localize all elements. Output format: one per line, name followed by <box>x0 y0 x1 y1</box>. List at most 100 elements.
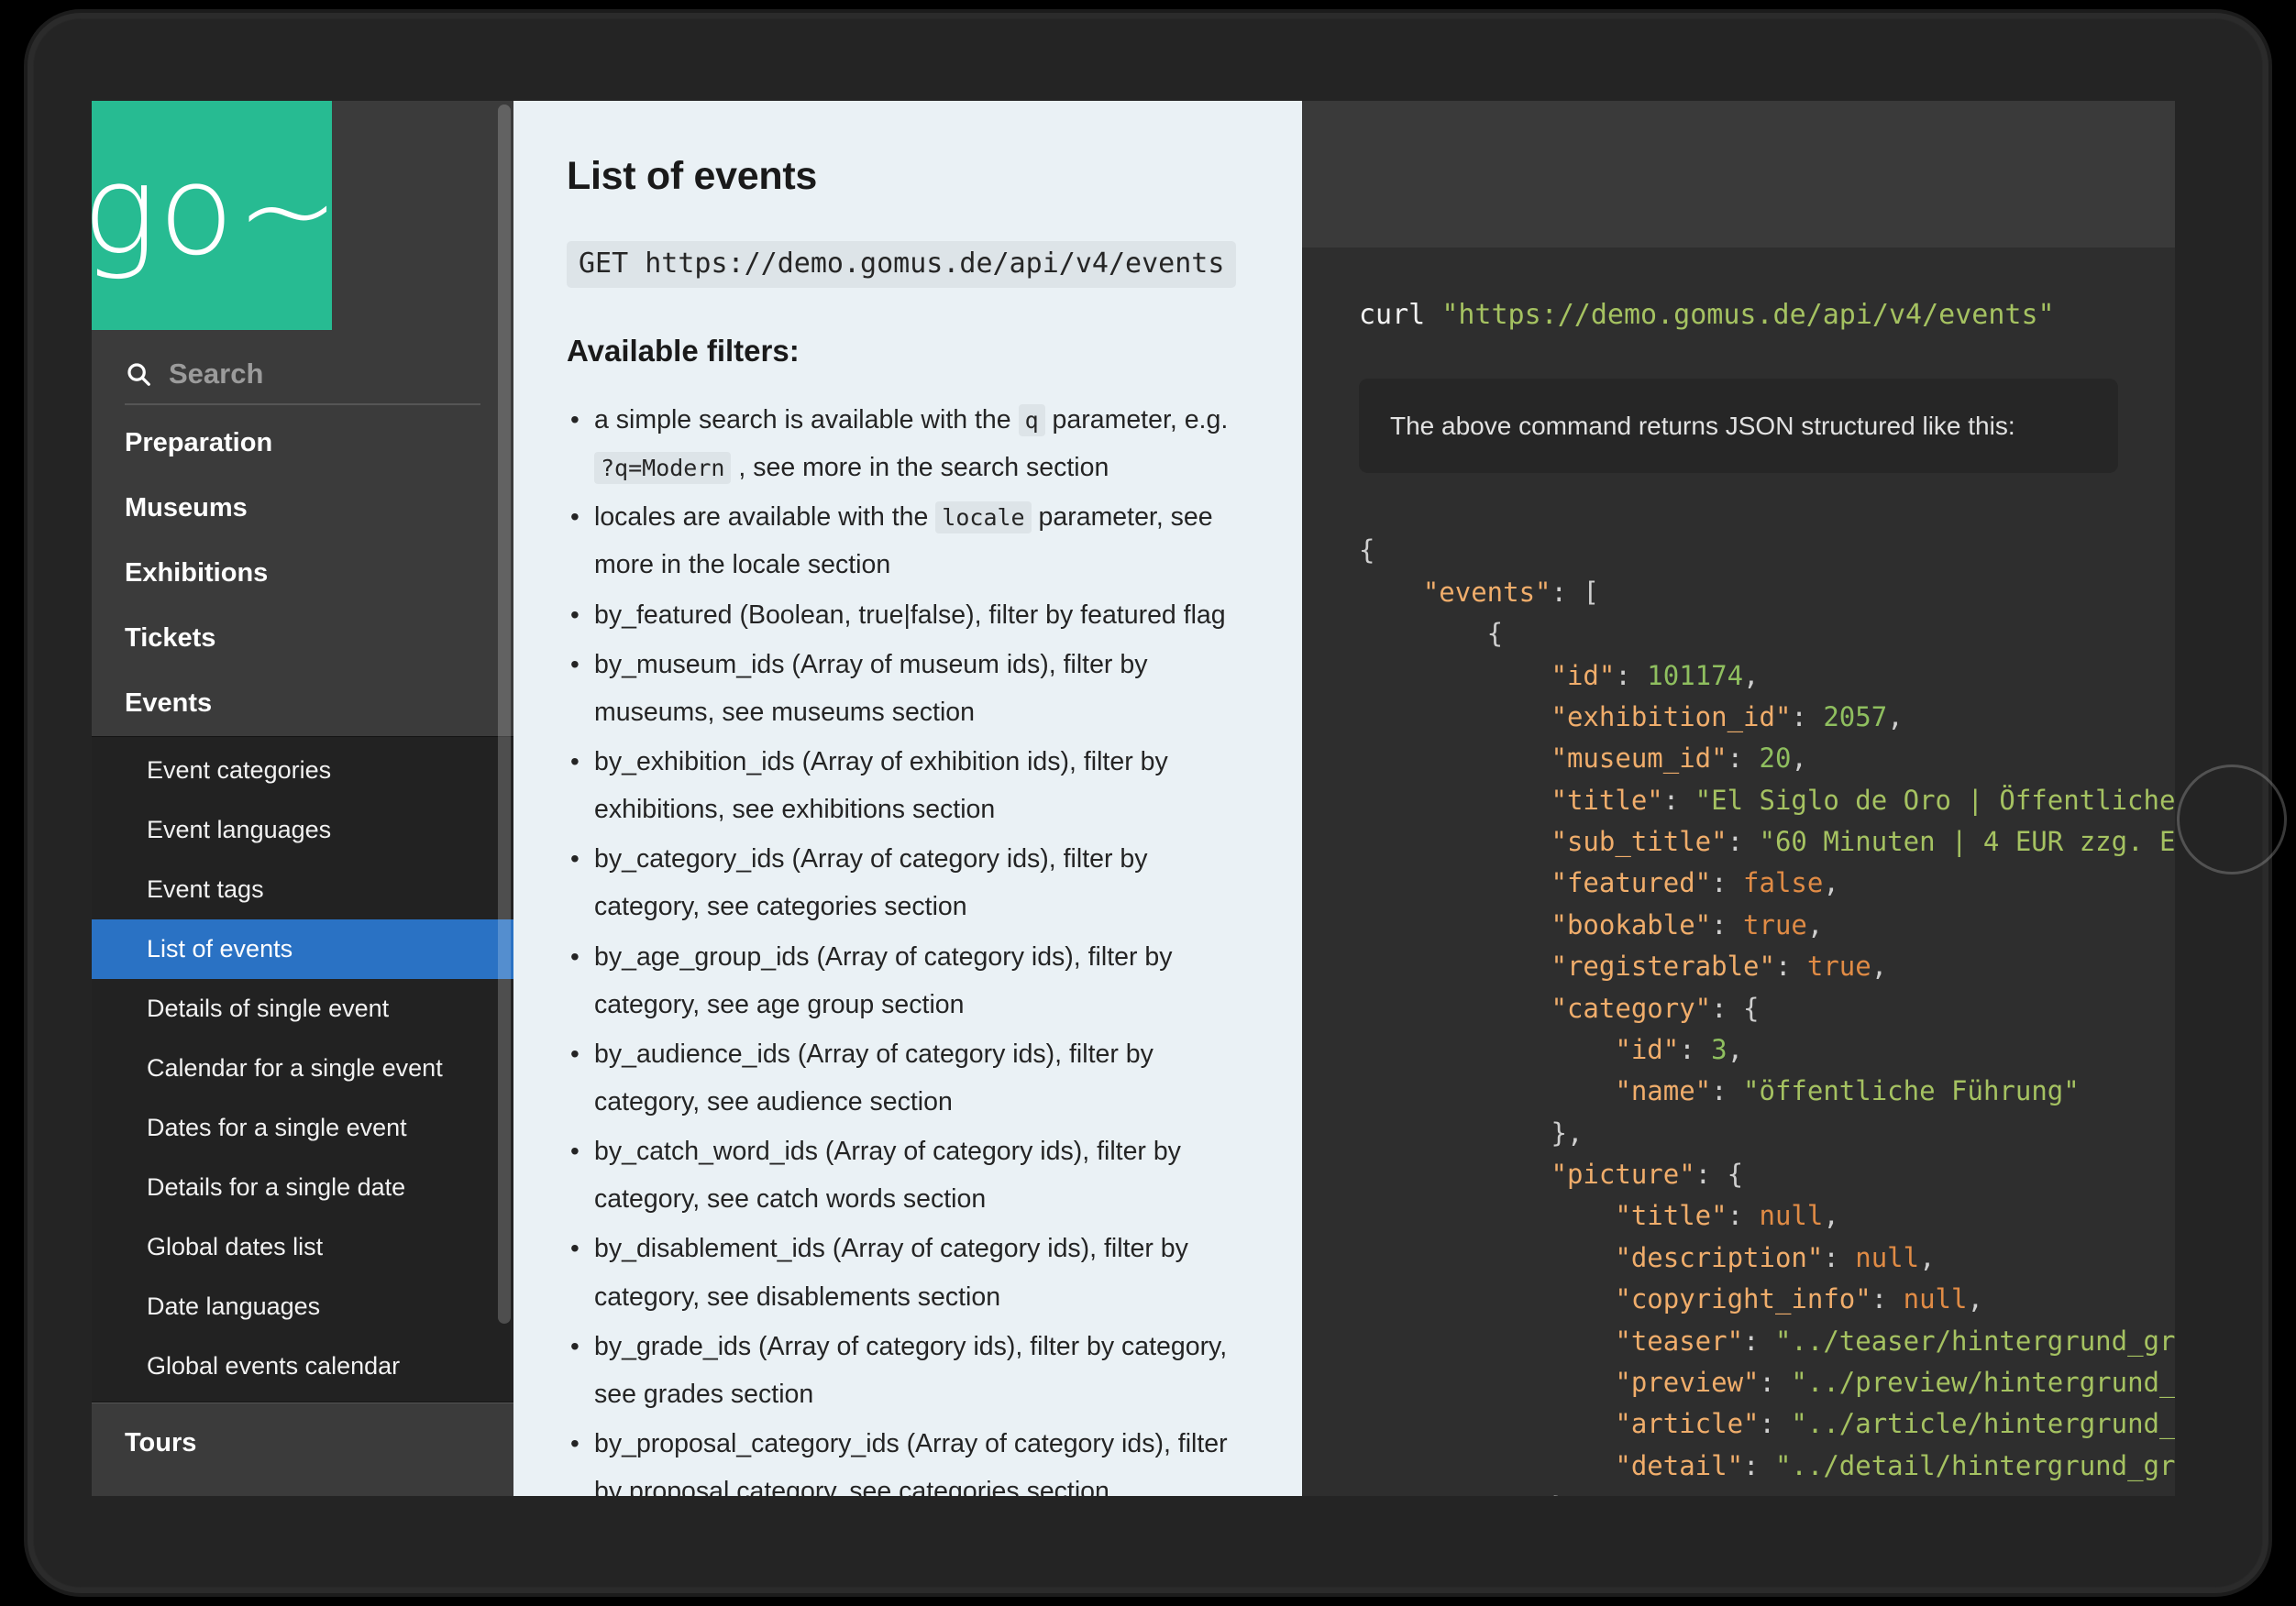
json-token-punct: : <box>1662 784 1695 816</box>
json-token-punct <box>1359 909 1551 940</box>
sidebar-item-event-tags[interactable]: Event tags <box>92 860 513 919</box>
json-token-key: "title" <box>1551 784 1663 816</box>
json-token-key: "preview" <box>1615 1366 1760 1398</box>
json-token-punct: : <box>1727 826 1760 858</box>
sidebar-item-museums[interactable]: Museums <box>92 476 513 541</box>
sidebar-item-global-dates-list[interactable]: Global dates list <box>92 1217 513 1277</box>
json-token-str: "../article/hintergrund_ <box>1791 1408 2175 1440</box>
json-token-num: 2057 <box>1823 700 1888 732</box>
json-token-key: "museum_id" <box>1551 742 1728 775</box>
json-token-punct <box>1359 826 1551 857</box>
json-token-bool: true <box>1806 951 1871 983</box>
endpoint-chip: GET https://demo.gomus.de/api/v4/events <box>567 241 1237 288</box>
nav-section-secondary: ToursCouponsNewsletter Subscriber Groups… <box>92 1402 513 1496</box>
json-token-punct <box>1359 1034 1615 1065</box>
sidebar-item-tickets[interactable]: Tickets <box>92 606 513 671</box>
json-token-punct: : <box>1727 1200 1760 1232</box>
json-token-key: "bookable" <box>1551 908 1712 940</box>
json-token-punct: , <box>1743 659 1760 691</box>
json-token-key: "title" <box>1615 1200 1728 1232</box>
sidebar-item-global-events-calendar[interactable]: Global events calendar <box>92 1336 513 1396</box>
json-line: "preview": "../preview/hintergrund_ <box>1359 1362 2175 1403</box>
filters-heading: Available filters: <box>567 334 800 368</box>
json-token-punct: : <box>1727 742 1760 775</box>
filter-list-item: by_museum_ids (Array of museum ids), fil… <box>567 641 1251 736</box>
sidebar-item-list-of-events[interactable]: List of events <box>92 919 513 979</box>
json-token-bool: null <box>1855 1241 1920 1273</box>
json-token-str: "../teaser/hintergrund_gr <box>1774 1325 2175 1357</box>
filter-list-item: by_proposal_category_ids (Array of categ… <box>567 1420 1251 1496</box>
json-token-punct: : { <box>1694 1159 1744 1191</box>
sidebar-item-details-of-single-event[interactable]: Details of single event <box>92 979 513 1039</box>
filter-list-item: by_grade_ids (Array of category ids), fi… <box>567 1323 1251 1418</box>
json-token-punct <box>1359 1159 1551 1190</box>
filter-list-item: by_featured (Boolean, true|false), filte… <box>567 591 1251 639</box>
sidebar-item-event-categories[interactable]: Event categories <box>92 741 513 800</box>
json-token-key: "copyright_info" <box>1615 1283 1871 1315</box>
json-line: { <box>1359 530 2175 571</box>
json-response-sample: { "events": [ { "id": 101174, "exhibitio… <box>1302 530 2175 1496</box>
json-token-bool: null <box>1903 1283 1968 1315</box>
filter-list-item: a simple search is available with the q … <box>567 396 1251 491</box>
json-token-bool: null <box>1759 1200 1824 1232</box>
home-button[interactable] <box>2177 764 2287 874</box>
filter-list-item: by_category_ids (Array of category ids),… <box>567 835 1251 930</box>
sidebar-item-date-languages[interactable]: Date languages <box>92 1277 513 1336</box>
search-row[interactable] <box>125 358 480 405</box>
json-line: "name": "öffentliche Führung" <box>1359 1071 2175 1112</box>
curl-url: "https://demo.gomus.de/api/v4/events" <box>1441 299 2055 331</box>
search-input[interactable] <box>169 358 480 390</box>
json-line: "featured": false, <box>1359 863 2175 904</box>
filter-list-item: by_disablement_ids (Array of category id… <box>567 1225 1251 1320</box>
json-line: "picture": { <box>1359 1154 2175 1195</box>
json-token-punct: , <box>1823 867 1839 899</box>
json-line: "events": [ <box>1359 572 2175 613</box>
json-line: "description": null, <box>1359 1238 2175 1279</box>
json-line: "id": 101174, <box>1359 655 2175 697</box>
json-token-punct: : <box>1615 659 1648 691</box>
filter-list-item: locales are available with the locale pa… <box>567 493 1251 588</box>
json-token-punct: : [ <box>1551 576 1599 608</box>
json-token-key: "teaser" <box>1615 1325 1744 1357</box>
sidebar-item-details-for-a-single-date[interactable]: Details for a single date <box>92 1158 513 1217</box>
sidebar-item-calendar-for-a-single-event[interactable]: Calendar for a single event <box>92 1039 513 1098</box>
json-token-key: "id" <box>1615 1033 1680 1065</box>
json-line: "id": 3, <box>1359 1029 2175 1071</box>
sidebar-item-events[interactable]: Events <box>92 671 513 736</box>
filter-list-item: by_catch_word_ids (Array of category ids… <box>567 1128 1251 1223</box>
nav-section-primary: Preparation Museums Exhibitions Tickets Even… <box>92 411 513 736</box>
available-filters-list: a simple search is available with the q … <box>567 396 1251 1496</box>
json-token-str: "../preview/hintergrund_ <box>1791 1366 2175 1398</box>
json-line: { <box>1359 613 2175 654</box>
sidebar-item-preparation[interactable]: Preparation <box>92 411 513 476</box>
json-token-punct: : <box>1711 867 1744 899</box>
json-token-punct: }, <box>1359 1116 1584 1149</box>
json-token-key: "name" <box>1615 1075 1712 1107</box>
json-line: "category": { <box>1359 988 2175 1029</box>
curl-command: curl "https://demo.gomus.de/api/v4/event… <box>1302 248 2175 331</box>
json-token-punct <box>1359 1283 1615 1314</box>
json-token-num: 20 <box>1759 742 1792 775</box>
sidebar-item-coupons[interactable]: Coupons <box>92 1476 513 1496</box>
json-token-key: "detail" <box>1615 1449 1744 1481</box>
app-logo[interactable]: go~ <box>92 101 339 330</box>
sidebar-item-dates-for-a-single-event[interactable]: Dates for a single event <box>92 1098 513 1158</box>
json-token-str: "öffentliche Führung" <box>1743 1075 2080 1107</box>
sidebar: go~ PreparationMuseumsExhibitionsTickets… <box>92 101 513 1496</box>
json-token-punct: : <box>1679 1033 1712 1065</box>
json-token-punct: , <box>1887 700 1904 732</box>
inline-code: ?q=Modern <box>594 452 732 485</box>
json-token-punct: : <box>1759 1366 1792 1398</box>
sidebar-item-event-languages[interactable]: Event languages <box>92 800 513 860</box>
sidebar-scrollbar[interactable] <box>498 104 511 1324</box>
json-token-punct <box>1359 993 1551 1024</box>
json-token-punct: : <box>1823 1241 1856 1273</box>
json-token-punct: { <box>1359 534 1375 566</box>
sidebar-item-exhibitions[interactable]: Exhibitions <box>92 541 513 606</box>
json-token-punct: , <box>1806 908 1824 940</box>
json-line: "bookable": true, <box>1359 905 2175 946</box>
sidebar-item-tours[interactable]: Tours <box>92 1411 513 1476</box>
json-token-punct <box>1359 951 1551 982</box>
json-token-str: "El Siglo de Oro | Öffentliche <box>1694 784 2175 816</box>
json-token-punct <box>1359 1408 1615 1439</box>
